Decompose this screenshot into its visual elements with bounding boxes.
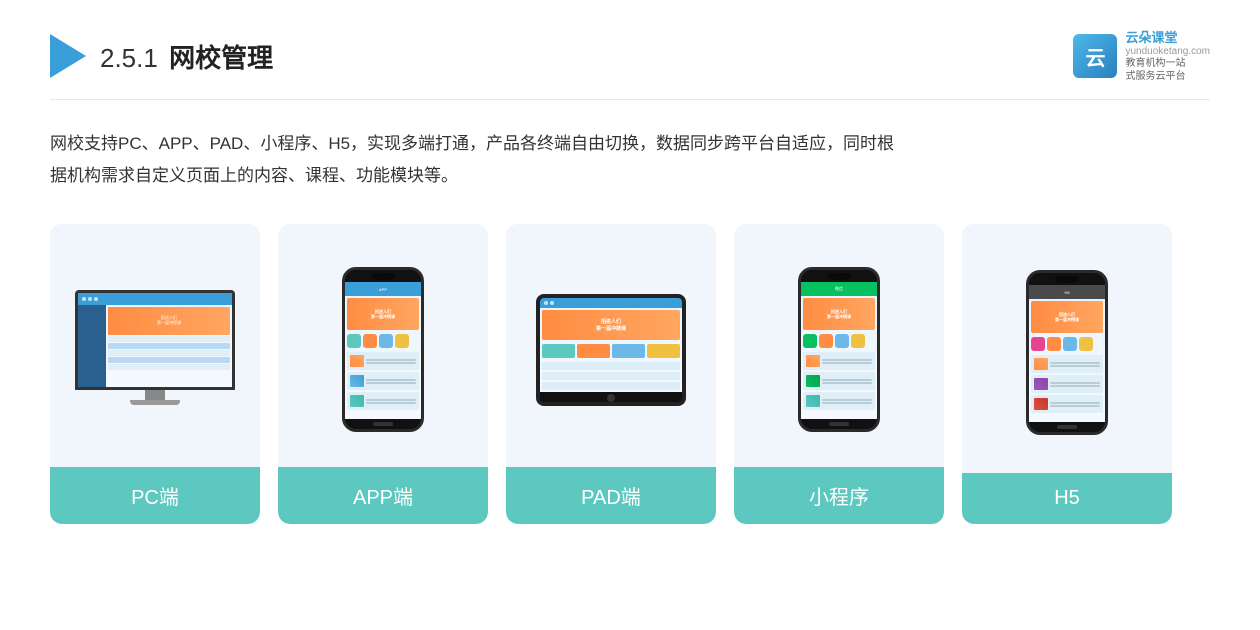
header-right: 云朵课堂 yunduoketang.com 教育机构一站 式服务云平台 (1073, 30, 1210, 83)
app-label: APP端 (278, 467, 488, 524)
section-number: 2.5.1 (100, 43, 158, 73)
brand-icon (1073, 34, 1117, 78)
logo-triangle-icon (50, 34, 86, 78)
brand-name: 云朵课堂 (1125, 30, 1210, 46)
pc-monitor-icon: 招进人们第一届冲榜课 (75, 290, 235, 410)
app-image-area: APP 招进人们第一届冲榜课 (278, 224, 488, 467)
card-app: APP 招进人们第一届冲榜课 (278, 224, 488, 524)
brand-domain: yunduoketang.com (1125, 46, 1210, 57)
card-pad: 招进人们第一届冲榜课 (506, 224, 716, 524)
brand-subtitle: 教育机构一站 式服务云平台 (1125, 57, 1210, 83)
miniprogram-image-area: 微信 招进人们第一届冲榜课 (734, 224, 944, 467)
pc-image-area: 招进人们第一届冲榜课 (50, 224, 260, 467)
h5-label: H5 (962, 473, 1172, 524)
card-miniprogram: 微信 招进人们第一届冲榜课 (734, 224, 944, 524)
h5-phone-icon: H5 招进人们第一届冲榜课 (1026, 270, 1108, 435)
pad-image-area: 招进人们第一届冲榜课 (506, 224, 716, 467)
brand-logo: 云朵课堂 yunduoketang.com 教育机构一站 式服务云平台 (1073, 30, 1210, 83)
page-container: 2.5.1 网校管理 云朵课堂 yunduoketang.com 教育机构一站 … (0, 0, 1260, 630)
pad-label: PAD端 (506, 467, 716, 524)
brand-text-block: 云朵课堂 yunduoketang.com 教育机构一站 式服务云平台 (1125, 30, 1210, 83)
app-phone-icon: APP 招进人们第一届冲榜课 (342, 267, 424, 432)
pad-tablet-icon: 招进人们第一届冲榜课 (536, 294, 686, 406)
page-title: 2.5.1 网校管理 (100, 38, 273, 75)
page-header: 2.5.1 网校管理 云朵课堂 yunduoketang.com 教育机构一站 … (50, 30, 1210, 100)
cards-container: 招进人们第一届冲榜课 (50, 224, 1210, 524)
h5-image-area: H5 招进人们第一届冲榜课 (962, 224, 1172, 473)
title-text: 网校管理 (169, 43, 273, 73)
header-left: 2.5.1 网校管理 (50, 34, 273, 78)
miniprogram-phone-icon: 微信 招进人们第一届冲榜课 (798, 267, 880, 432)
pc-label: PC端 (50, 467, 260, 524)
description-text: 网校支持PC、APP、PAD、小程序、H5，实现多端打通，产品各终端自由切换，数… (50, 128, 910, 193)
miniprogram-label: 小程序 (734, 467, 944, 524)
card-pc: 招进人们第一届冲榜课 (50, 224, 260, 524)
card-h5: H5 招进人们第一届冲榜课 (962, 224, 1172, 524)
